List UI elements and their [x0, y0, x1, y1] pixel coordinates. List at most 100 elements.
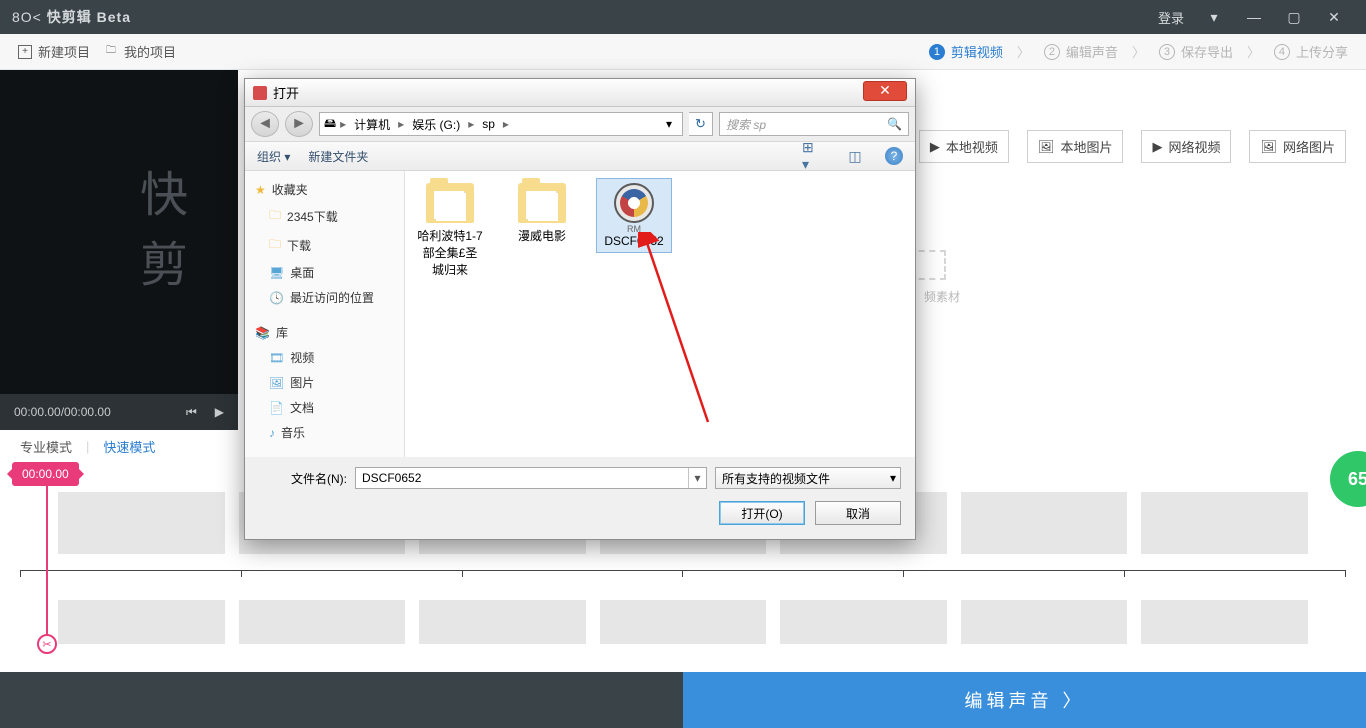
track-row-2[interactable]: [0, 600, 1366, 660]
clip[interactable]: [780, 600, 947, 644]
star-icon: ★: [255, 183, 266, 197]
preview-watermark: 快剪: [140, 155, 238, 295]
clip[interactable]: [1141, 600, 1308, 644]
video-file-icon: [614, 183, 654, 223]
open-button[interactable]: 打开(O): [719, 501, 805, 525]
menu-icon[interactable]: ▾: [1194, 0, 1234, 34]
preview-pane-button[interactable]: ◫: [843, 146, 867, 166]
cut-icon[interactable]: ✂: [37, 634, 57, 654]
time-marker[interactable]: 00:00.00: [12, 462, 79, 486]
desktop-icon: 🖥: [269, 266, 284, 280]
search-input[interactable]: 搜索 sp 🔍: [719, 112, 909, 136]
import-local-image[interactable]: 🖼 本地图片: [1027, 130, 1124, 163]
path-segment[interactable]: 计算机: [350, 116, 394, 133]
file-label: DSCF0652: [601, 234, 667, 248]
tree-item[interactable]: 🎞视频: [245, 345, 404, 370]
clip[interactable]: [600, 600, 767, 644]
new-project-button[interactable]: + 新建项目: [18, 42, 90, 61]
playhead-line: [46, 486, 48, 641]
close-app-icon[interactable]: ✕: [1314, 0, 1354, 34]
new-folder-button[interactable]: 新建文件夹: [308, 148, 368, 165]
file-type-filter[interactable]: 所有支持的视频文件 ▾: [715, 467, 901, 489]
chevron-icon: 〉: [1247, 42, 1260, 61]
clip[interactable]: [1141, 492, 1308, 554]
import-web-image[interactable]: 🖼 网络图片: [1249, 130, 1346, 163]
step-upload-share[interactable]: 4上传分享: [1274, 42, 1348, 61]
file-open-dialog: 打开 ✕ ◄ ► 🖴 ▸计算机 ▸娱乐 (G:) ▸sp ▸ ▾ ↻ 搜索 sp…: [244, 78, 916, 540]
file-item-video-selected[interactable]: RM DSCF0652: [597, 179, 671, 252]
file-item-folder[interactable]: 哈利波特1-7部全集£圣城归来: [413, 179, 487, 282]
clip[interactable]: [239, 600, 406, 644]
tree-item[interactable]: 🖥桌面: [245, 260, 404, 285]
plus-icon: +: [18, 45, 32, 59]
next-step-button[interactable]: 编辑声音〉: [683, 672, 1366, 728]
mode-fast[interactable]: 快速模式: [103, 437, 155, 456]
chevron-icon: 〉: [1132, 42, 1145, 61]
import-web-video[interactable]: ▶ 网络视频: [1141, 130, 1231, 163]
mode-pro[interactable]: 专业模式: [20, 437, 72, 456]
tree-item[interactable]: 📄文档: [245, 395, 404, 420]
step-save-export[interactable]: 3保存导出: [1159, 42, 1233, 61]
maximize-icon[interactable]: ▢: [1274, 0, 1314, 34]
file-label: 哈利波特1-7部全集£圣城归来: [417, 227, 483, 278]
clip[interactable]: [961, 600, 1128, 644]
address-dropdown-icon[interactable]: ▾: [660, 117, 678, 131]
nav-forward-button[interactable]: ►: [285, 111, 313, 137]
app-logo: 8O< 快剪辑 Beta: [12, 7, 131, 27]
clip[interactable]: [419, 600, 586, 644]
preview-time: 00:00.00/00:00.00: [14, 405, 111, 419]
picture-lib-icon: 🖼: [269, 376, 284, 390]
view-mode-button[interactable]: ⊞ ▾: [801, 146, 825, 166]
file-label: 漫威电影: [509, 227, 575, 244]
dropdown-icon: ▾: [890, 471, 896, 485]
file-list[interactable]: 哈利波特1-7部全集£圣城归来 漫威电影 RM DSCF0652: [405, 171, 915, 457]
tree-item[interactable]: 🗀下载: [245, 231, 404, 260]
help-icon[interactable]: ?: [885, 147, 903, 165]
nav-back-button[interactable]: ◄: [251, 111, 279, 137]
file-format-tag: RM: [601, 224, 667, 234]
recent-icon: 🕓: [269, 291, 284, 305]
clip[interactable]: [58, 600, 225, 644]
minimize-icon[interactable]: —: [1234, 0, 1274, 34]
play-icon[interactable]: ▶: [215, 405, 224, 419]
dialog-icon: [253, 86, 267, 100]
tree-item[interactable]: 🕓最近访问的位置: [245, 285, 404, 310]
clip[interactable]: [58, 492, 225, 554]
folder-icon: 🗀: [269, 206, 281, 227]
step-edit-video[interactable]: 1剪辑视频: [929, 42, 1003, 61]
video-preview: 快剪 00:00.00/00:00.00 ⏮ ▶: [0, 70, 238, 430]
import-local-video[interactable]: ▶ 本地视频: [919, 130, 1009, 163]
search-icon: 🔍: [887, 117, 902, 131]
dialog-close-button[interactable]: ✕: [863, 81, 907, 101]
refresh-button[interactable]: ↻: [689, 112, 713, 136]
top-toolbar: + 新建项目 🗀 我的项目 1剪辑视频 〉 2编辑声音 〉 3保存导出 〉 4上…: [0, 34, 1366, 70]
dialog-titlebar[interactable]: 打开 ✕: [245, 79, 915, 107]
tree-item[interactable]: 🖼图片: [245, 370, 404, 395]
address-bar[interactable]: 🖴 ▸计算机 ▸娱乐 (G:) ▸sp ▸ ▾: [319, 112, 683, 136]
dialog-toolbar: 组织 ▾ 新建文件夹 ⊞ ▾ ◫ ?: [245, 141, 915, 171]
chevron-right-icon: 〉: [1063, 687, 1085, 713]
login-button[interactable]: 登录: [1148, 8, 1194, 27]
dialog-title: 打开: [273, 83, 299, 102]
cancel-button[interactable]: 取消: [815, 501, 901, 525]
path-segment[interactable]: sp: [478, 117, 499, 131]
new-project-label: 新建项目: [38, 42, 90, 61]
tree-item[interactable]: ♪音乐: [245, 420, 404, 445]
preview-controls: 00:00.00/00:00.00 ⏮ ▶: [0, 394, 238, 430]
file-item-folder[interactable]: 漫威电影: [505, 179, 579, 248]
path-segment[interactable]: 娱乐 (G:): [408, 116, 464, 133]
filename-input[interactable]: DSCF0652 ▾: [355, 467, 707, 489]
filename-label: 文件名(N):: [259, 470, 347, 487]
nav-tree: ★收藏夹 🗀2345下载 🗀下载 🖥桌面 🕓最近访问的位置 📚库 🎞视频 🖼图片…: [245, 171, 405, 457]
organize-menu[interactable]: 组织 ▾: [257, 148, 290, 165]
step-edit-audio[interactable]: 2编辑声音: [1044, 42, 1118, 61]
tree-item[interactable]: 🗀2345下载: [245, 202, 404, 231]
tree-favorites[interactable]: ★收藏夹: [245, 177, 404, 202]
prev-icon[interactable]: ⏮: [186, 405, 197, 420]
tree-libraries[interactable]: 📚库: [245, 320, 404, 345]
dropdown-icon[interactable]: ▾: [688, 468, 706, 488]
clip[interactable]: [961, 492, 1128, 554]
dialog-nav: ◄ ► 🖴 ▸计算机 ▸娱乐 (G:) ▸sp ▸ ▾ ↻ 搜索 sp 🔍: [245, 107, 915, 141]
my-projects-button[interactable]: 🗀 我的项目: [104, 42, 176, 61]
folder-icon: [426, 183, 474, 223]
